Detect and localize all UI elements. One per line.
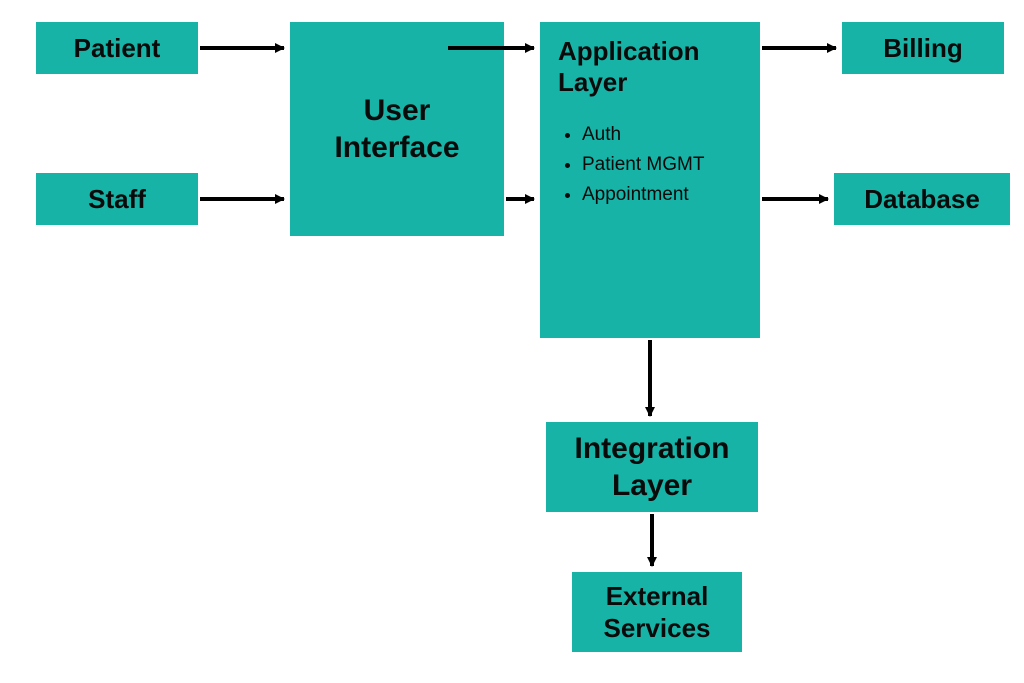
patient-label: Patient: [74, 32, 161, 65]
app-item: Auth: [582, 124, 742, 146]
arrows-layer: [0, 0, 1024, 683]
database-label: Database: [864, 183, 980, 216]
application-layer-items: Auth Patient MGMT Appointment: [558, 124, 742, 206]
application-layer-title: Application Layer: [558, 36, 742, 98]
integration-layer-box: Integration Layer: [546, 422, 758, 512]
app-item: Appointment: [582, 184, 742, 206]
user-interface-box: User Interface: [290, 22, 504, 236]
database-box: Database: [834, 173, 1010, 225]
billing-box: Billing: [842, 22, 1004, 74]
integration-layer-label: Integration Layer: [575, 430, 730, 505]
external-services-box: External Services: [572, 572, 742, 652]
application-layer-box: Application Layer Auth Patient MGMT Appo…: [540, 22, 760, 338]
billing-label: Billing: [883, 32, 962, 65]
staff-label: Staff: [88, 183, 146, 216]
staff-box: Staff: [36, 173, 198, 225]
user-interface-label: User Interface: [334, 92, 459, 167]
app-item: Patient MGMT: [582, 154, 742, 176]
patient-box: Patient: [36, 22, 198, 74]
external-services-label: External Services: [604, 580, 711, 645]
